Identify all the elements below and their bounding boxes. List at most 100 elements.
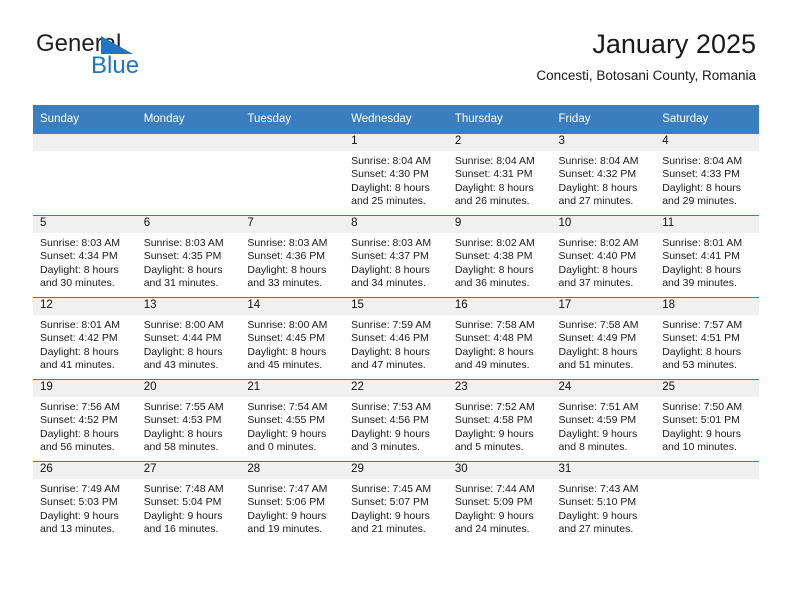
daylight-text-line1: Daylight: 8 hours	[40, 427, 119, 440]
calendar-cell-day[interactable]: 10 Sunrise: 8:02 AM Sunset: 4:40 PM Dayligh…	[551, 215, 656, 298]
sunrise-text: Sunrise: 8:03 AM	[143, 237, 224, 249]
calendar-cell-day[interactable]: 11 Sunrise: 8:01 AM Sunset: 4:41 PM Dayligh…	[655, 215, 759, 298]
calendar-cell-day[interactable]: 16 Sunrise: 7:58 AM Sunset: 4:48 PM Dayligh…	[447, 297, 552, 380]
calendar-cell-empty	[136, 133, 241, 216]
day-details: Sunrise: 8:04 AM Sunset: 4:33 PM Daylight:…	[655, 151, 759, 209]
day-details: Sunrise: 7:47 AM Sunset: 5:06 PM Daylight:…	[240, 479, 344, 537]
calendar-cell-day[interactable]: 18 Sunrise: 7:57 AM Sunset: 4:51 PM Dayligh…	[655, 297, 759, 380]
daylight-text-line2: and 41 minutes.	[40, 359, 115, 372]
calendar-header-row: Sunday Monday Tuesday Wednesday Thursday…	[33, 105, 759, 134]
day-cell: 11 Sunrise: 8:01 AM Sunset: 4:41 PM Dayligh…	[655, 216, 759, 297]
day-details: Sunrise: 8:04 AM Sunset: 4:30 PM Daylight:…	[344, 151, 448, 209]
daylight-text-line1: Daylight: 9 hours	[454, 427, 534, 440]
daylight-text-line2: and 29 minutes.	[662, 195, 737, 208]
day-details: Sunrise: 8:03 AM Sunset: 4:36 PM Daylight:…	[240, 233, 344, 291]
day-details: Sunrise: 8:03 AM Sunset: 4:35 PM Daylight:…	[137, 233, 241, 291]
calendar-cell-day[interactable]: 31 Sunrise: 7:43 AM Sunset: 5:10 PM Dayligh…	[551, 461, 656, 544]
calendar-cell-day[interactable]: 21 Sunrise: 7:54 AM Sunset: 4:55 PM Dayligh…	[240, 379, 345, 462]
daylight-text-line1: Daylight: 8 hours	[143, 345, 223, 358]
daylight-text-line2: and 45 minutes.	[247, 359, 323, 372]
calendar-cell-day[interactable]: 4 Sunrise: 8:04 AM Sunset: 4:33 PM Daylight…	[655, 133, 759, 216]
calendar-cell-day[interactable]: 25 Sunrise: 7:50 AM Sunset: 5:01 PM Dayligh…	[655, 379, 759, 462]
sunset-text: Sunset: 4:56 PM	[351, 414, 429, 427]
calendar-grid: Sunday Monday Tuesday Wednesday Thursday…	[33, 105, 759, 544]
daylight-text-line2: and 47 minutes.	[351, 359, 426, 372]
day-details: Sunrise: 7:58 AM Sunset: 4:48 PM Daylight:…	[448, 315, 552, 373]
day-cell: 30 Sunrise: 7:44 AM Sunset: 5:09 PM Dayligh…	[447, 462, 552, 544]
day-details: Sunrise: 8:01 AM Sunset: 4:41 PM Daylight:…	[655, 233, 759, 291]
day-number: 6	[136, 216, 241, 233]
daylight-text-line1: Daylight: 8 hours	[454, 345, 534, 358]
brand-logo[interactable]: General Blue	[36, 28, 236, 86]
daylight-text-line1: Daylight: 8 hours	[247, 263, 327, 276]
daylight-text-line2: and 43 minutes.	[143, 359, 219, 372]
daylight-text-line1: Daylight: 9 hours	[558, 509, 638, 522]
page-subtitle: Concesti, Botosani County, Romania	[536, 68, 756, 83]
weekday-header-saturday: Saturday	[655, 105, 759, 134]
calendar-cell-day[interactable]: 2 Sunrise: 8:04 AM Sunset: 4:31 PM Daylight…	[447, 133, 552, 216]
sunset-text: Sunset: 4:38 PM	[454, 250, 533, 263]
calendar-cell-day[interactable]: 26 Sunrise: 7:49 AM Sunset: 5:03 PM Dayligh…	[33, 461, 137, 544]
calendar-cell-day[interactable]: 12 Sunrise: 8:01 AM Sunset: 4:42 PM Dayligh…	[33, 297, 137, 380]
daylight-text-line2: and 31 minutes.	[143, 277, 219, 290]
calendar-cell-day[interactable]: 9 Sunrise: 8:02 AM Sunset: 4:38 PM Daylight…	[447, 215, 552, 298]
calendar-cell-day[interactable]: 1 Sunrise: 8:04 AM Sunset: 4:30 PM Daylight…	[344, 133, 448, 216]
day-number: 10	[551, 216, 656, 233]
day-details: Sunrise: 7:56 AM Sunset: 4:52 PM Daylight:…	[33, 397, 137, 455]
sunrise-text: Sunrise: 7:57 AM	[662, 319, 743, 331]
calendar-cell-day[interactable]: 22 Sunrise: 7:53 AM Sunset: 4:56 PM Dayligh…	[344, 379, 448, 462]
day-number	[655, 462, 759, 479]
day-cell: 7 Sunrise: 8:03 AM Sunset: 4:36 PM Daylight…	[240, 216, 345, 297]
calendar-cell-day[interactable]: 29 Sunrise: 7:45 AM Sunset: 5:07 PM Dayligh…	[344, 461, 448, 544]
daylight-text-line1: Daylight: 8 hours	[247, 345, 327, 358]
day-details: Sunrise: 8:03 AM Sunset: 4:34 PM Daylight:…	[33, 233, 137, 291]
sunrise-text: Sunrise: 7:48 AM	[143, 483, 224, 495]
sunrise-text: Sunrise: 7:43 AM	[558, 483, 639, 495]
day-number: 13	[136, 298, 241, 315]
day-cell: 27 Sunrise: 7:48 AM Sunset: 5:04 PM Dayligh…	[136, 462, 241, 544]
sunrise-text: Sunrise: 7:49 AM	[40, 483, 120, 495]
calendar-cell-day[interactable]: 23 Sunrise: 7:52 AM Sunset: 4:58 PM Dayligh…	[447, 379, 552, 462]
calendar-cell-day[interactable]: 7 Sunrise: 8:03 AM Sunset: 4:36 PM Daylight…	[240, 215, 345, 298]
day-cell: 26 Sunrise: 7:49 AM Sunset: 5:03 PM Dayligh…	[33, 462, 137, 544]
sunset-text: Sunset: 4:42 PM	[40, 332, 118, 345]
daylight-text-line1: Daylight: 8 hours	[40, 345, 119, 358]
calendar-cell-day[interactable]: 13 Sunrise: 8:00 AM Sunset: 4:44 PM Dayligh…	[136, 297, 241, 380]
day-number: 1	[344, 134, 448, 151]
calendar-week-row: 19 Sunrise: 7:56 AM Sunset: 4:52 PM Dayligh…	[33, 379, 759, 462]
calendar-cell-day[interactable]: 27 Sunrise: 7:48 AM Sunset: 5:04 PM Dayligh…	[136, 461, 241, 544]
calendar-cell-day[interactable]: 24 Sunrise: 7:51 AM Sunset: 4:59 PM Dayligh…	[551, 379, 656, 462]
daylight-text-line2: and 56 minutes.	[40, 441, 115, 454]
calendar-cell-day[interactable]: 8 Sunrise: 8:03 AM Sunset: 4:37 PM Daylight…	[344, 215, 448, 298]
day-cell: 25 Sunrise: 7:50 AM Sunset: 5:01 PM Dayligh…	[655, 380, 759, 461]
daylight-text-line1: Daylight: 8 hours	[454, 181, 534, 194]
sunset-text: Sunset: 4:31 PM	[454, 168, 533, 181]
calendar-cell-day[interactable]: 19 Sunrise: 7:56 AM Sunset: 4:52 PM Dayligh…	[33, 379, 137, 462]
day-number: 23	[447, 380, 552, 397]
calendar-cell-day[interactable]: 6 Sunrise: 8:03 AM Sunset: 4:35 PM Daylight…	[136, 215, 241, 298]
calendar-cell-day[interactable]: 5 Sunrise: 8:03 AM Sunset: 4:34 PM Daylight…	[33, 215, 137, 298]
calendar-cell-day[interactable]: 15 Sunrise: 7:59 AM Sunset: 4:46 PM Dayligh…	[344, 297, 448, 380]
calendar-cell-day[interactable]: 28 Sunrise: 7:47 AM Sunset: 5:06 PM Dayligh…	[240, 461, 345, 544]
daylight-text-line1: Daylight: 8 hours	[351, 181, 430, 194]
day-details	[137, 151, 241, 155]
day-cell: 20 Sunrise: 7:55 AM Sunset: 4:53 PM Dayligh…	[136, 380, 241, 461]
calendar-cell-day[interactable]: 14 Sunrise: 8:00 AM Sunset: 4:45 PM Dayligh…	[240, 297, 345, 380]
day-details: Sunrise: 8:02 AM Sunset: 4:38 PM Daylight:…	[448, 233, 552, 291]
daylight-text-line2: and 51 minutes.	[558, 359, 634, 372]
day-number: 7	[240, 216, 345, 233]
daylight-text-line1: Daylight: 9 hours	[351, 509, 430, 522]
daylight-text-line2: and 27 minutes.	[558, 523, 634, 536]
sunset-text: Sunset: 4:46 PM	[351, 332, 429, 345]
sunset-text: Sunset: 5:01 PM	[662, 414, 740, 427]
day-cell	[655, 462, 759, 544]
day-cell: 4 Sunrise: 8:04 AM Sunset: 4:33 PM Daylight…	[655, 134, 759, 215]
calendar-cell-day[interactable]: 20 Sunrise: 7:55 AM Sunset: 4:53 PM Dayligh…	[136, 379, 241, 462]
day-cell: 22 Sunrise: 7:53 AM Sunset: 4:56 PM Dayligh…	[344, 380, 448, 461]
calendar-cell-day[interactable]: 3 Sunrise: 8:04 AM Sunset: 4:32 PM Daylight…	[551, 133, 656, 216]
sunset-text: Sunset: 4:33 PM	[662, 168, 740, 181]
calendar-cell-day[interactable]: 17 Sunrise: 7:58 AM Sunset: 4:49 PM Dayligh…	[551, 297, 656, 380]
calendar-cell-day[interactable]: 30 Sunrise: 7:44 AM Sunset: 5:09 PM Dayligh…	[447, 461, 552, 544]
daylight-text-line1: Daylight: 9 hours	[351, 427, 430, 440]
sunrise-text: Sunrise: 7:54 AM	[247, 401, 328, 413]
